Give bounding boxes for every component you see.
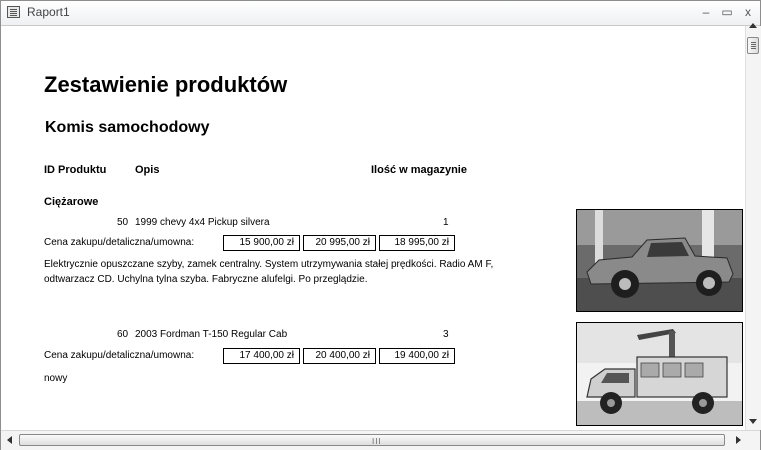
column-header-description: Opis	[135, 164, 160, 176]
scroll-up-icon[interactable]	[749, 23, 757, 28]
pickup-truck-image	[577, 210, 742, 311]
product-name: 1999 chevy 4x4 Pickup silvera	[135, 217, 270, 228]
column-header-id: ID Produktu	[44, 164, 107, 176]
close-button[interactable]: x	[740, 4, 756, 20]
price-label: Cena zakupu/detaliczna/umowna:	[44, 237, 195, 248]
product-stock: 1	[443, 217, 449, 228]
scroll-grip-icon: III	[372, 437, 382, 446]
product-notes-line: nowy	[44, 373, 68, 384]
contract-price-field: 18 995,00 zł	[379, 235, 455, 251]
product-photo-pickup	[576, 209, 743, 312]
title-bar: Raport1 – ▭ x	[1, 1, 760, 26]
report-window: Raport1 – ▭ x Zestawienie produktów Komi…	[0, 0, 761, 450]
scroll-down-icon[interactable]	[749, 419, 757, 424]
product-id: 50	[117, 217, 129, 228]
contract-price-field: 19 400,00 zł	[379, 348, 455, 364]
column-header-stock: Ilość w magazynie	[371, 164, 467, 176]
horizontal-scroll-thumb[interactable]: III	[19, 434, 725, 446]
report-icon	[7, 6, 20, 18]
vertical-scroll-thumb[interactable]	[747, 37, 759, 54]
retail-price-field: 20 995,00 zł	[303, 235, 376, 251]
report-content: Zestawienie produktów Komis samochodowy …	[1, 26, 745, 430]
retail-price-field: 20 400,00 zł	[303, 348, 376, 364]
product-id: 60	[117, 329, 129, 340]
utility-truck-image	[577, 323, 742, 425]
maximize-button[interactable]: ▭	[719, 4, 735, 20]
vertical-scrollbar[interactable]	[745, 23, 761, 430]
price-label: Cena zakupu/detaliczna/umowna:	[44, 350, 195, 361]
product-name: 2003 Fordman T-150 Regular Cab	[135, 329, 288, 340]
report-title: Zestawienie produktów	[44, 72, 288, 97]
purchase-price-field: 15 900,00 zł	[223, 235, 300, 251]
product-stock: 3	[443, 329, 449, 340]
product-notes-line: odtwarzacz CD. Uchylna tylna szyba. Fabr…	[44, 274, 368, 285]
product-photo-utility-truck	[576, 322, 743, 426]
minimize-button[interactable]: –	[698, 4, 714, 20]
window-title: Raport1	[27, 5, 70, 19]
category-label: Ciężarowe	[44, 196, 99, 208]
purchase-price-field: 17 400,00 zł	[223, 348, 300, 364]
scroll-right-icon[interactable]	[736, 436, 741, 444]
product-notes-line: Elektrycznie opuszczane szyby, zamek cen…	[44, 259, 494, 270]
scroll-left-icon[interactable]	[7, 436, 12, 444]
horizontal-scrollbar[interactable]: III	[1, 430, 760, 450]
report-subtitle: Komis samochodowy	[45, 119, 210, 136]
